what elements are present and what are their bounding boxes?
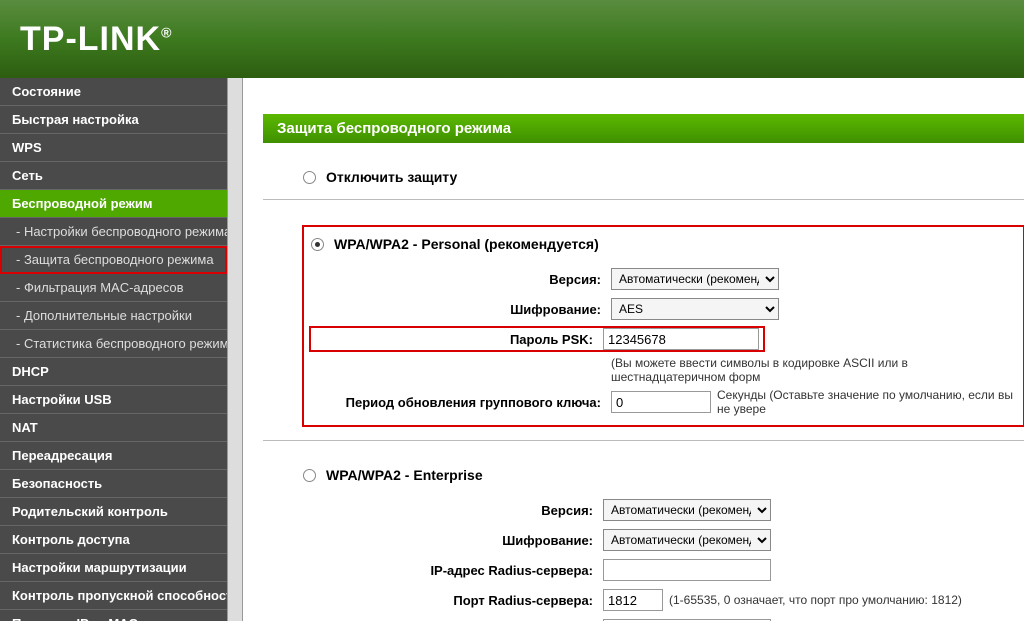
encryption-select[interactable]: AES xyxy=(611,298,779,320)
radio-wpa-personal[interactable] xyxy=(311,238,324,251)
vertical-separator xyxy=(227,78,243,621)
brand-logo: TP-LINK® xyxy=(20,20,172,59)
sidebar-item-18[interactable]: Контроль пропускной способности xyxy=(0,582,227,610)
group-key-input[interactable] xyxy=(611,391,711,413)
wpa-enterprise-title: WPA/WPA2 - Enterprise xyxy=(326,467,483,483)
sidebar-item-9[interactable]: - Статистика беспроводного режима xyxy=(0,330,227,358)
sidebar-item-5[interactable]: - Настройки беспроводного режима xyxy=(0,218,227,246)
sidebar-item-4[interactable]: Беспроводной режим xyxy=(0,190,227,218)
group-key-label: Период обновления группового ключа: xyxy=(311,395,611,410)
ent-version-label: Версия: xyxy=(303,503,603,518)
sidebar-item-1[interactable]: Быстрая настройка xyxy=(0,106,227,134)
divider xyxy=(263,440,1024,441)
version-label: Версия: xyxy=(311,272,611,287)
radio-disable-security[interactable] xyxy=(303,171,316,184)
version-select[interactable]: Автоматически (рекоменд xyxy=(611,268,779,290)
sidebar-item-14[interactable]: Безопасность xyxy=(0,470,227,498)
sidebar-item-13[interactable]: Переадресация xyxy=(0,442,227,470)
wpa-personal-title: WPA/WPA2 - Personal (рекомендуется) xyxy=(334,236,599,252)
psk-label: Пароль PSK: xyxy=(313,332,603,347)
content-area: Защита беспроводного режима Отключить за… xyxy=(243,78,1024,621)
sidebar-item-8[interactable]: - Дополнительные настройки xyxy=(0,302,227,330)
encryption-label: Шифрование: xyxy=(311,302,611,317)
ent-encryption-select[interactable]: Автоматически (рекоменд xyxy=(603,529,771,551)
sidebar-item-2[interactable]: WPS xyxy=(0,134,227,162)
ent-version-select[interactable]: Автоматически (рекоменд xyxy=(603,499,771,521)
radius-port-input[interactable] xyxy=(603,589,663,611)
psk-hint: (Вы можете ввести символы в кодировке AS… xyxy=(611,356,1016,384)
group-key-hint: Секунды (Оставьте значение по умолчанию,… xyxy=(717,388,1016,416)
sidebar-item-6[interactable]: - Защита беспроводного режима xyxy=(0,246,227,274)
radius-ip-input[interactable] xyxy=(603,559,771,581)
radio-wpa-enterprise[interactable] xyxy=(303,469,316,482)
sidebar-item-17[interactable]: Настройки маршрутизации xyxy=(0,554,227,582)
wpa-enterprise-section: WPA/WPA2 - Enterprise Версия: Автоматиче… xyxy=(263,467,1024,621)
sidebar-item-19[interactable]: Привязка IP- и MAC-адресов xyxy=(0,610,227,621)
sidebar-item-15[interactable]: Родительский контроль xyxy=(0,498,227,526)
sidebar-item-12[interactable]: NAT xyxy=(0,414,227,442)
sidebar-item-10[interactable]: DHCP xyxy=(0,358,227,386)
sidebar: СостояниеБыстрая настройкаWPSСетьБеспров… xyxy=(0,78,227,621)
psk-input[interactable] xyxy=(603,328,759,350)
divider xyxy=(263,199,1024,200)
wpa-personal-section: WPA/WPA2 - Personal (рекомендуется) Верс… xyxy=(303,226,1024,426)
radius-ip-label: IP-адрес Radius-сервера: xyxy=(303,563,603,578)
disable-security-label: Отключить защиту xyxy=(326,169,457,185)
header: TP-LINK® xyxy=(0,0,1024,78)
radius-port-hint: (1-65535, 0 означает, что порт про умолч… xyxy=(669,593,962,607)
radius-port-label: Порт Radius-сервера: xyxy=(303,593,603,608)
page-title: Защита беспроводного режима xyxy=(263,114,1024,143)
sidebar-item-16[interactable]: Контроль доступа xyxy=(0,526,227,554)
sidebar-item-0[interactable]: Состояние xyxy=(0,78,227,106)
sidebar-item-3[interactable]: Сеть xyxy=(0,162,227,190)
ent-encryption-label: Шифрование: xyxy=(303,533,603,548)
sidebar-item-11[interactable]: Настройки USB xyxy=(0,386,227,414)
sidebar-item-7[interactable]: - Фильтрация MAC-адресов xyxy=(0,274,227,302)
